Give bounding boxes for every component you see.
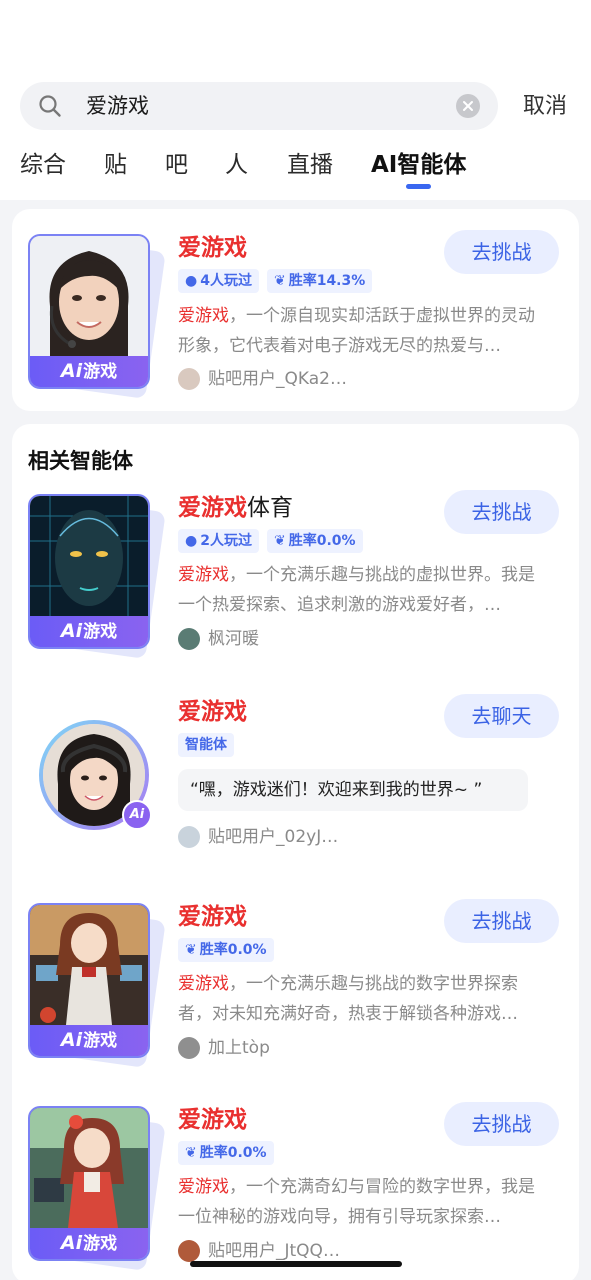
win-rate-badge: ❦ 胜率0.0% [178,1141,274,1165]
avatar [178,1037,200,1059]
laurel-icon: ❦ [273,533,286,549]
anime-girl-image [30,905,148,1025]
tab-forums[interactable]: 吧 [165,148,188,182]
agent-name[interactable]: 爱游戏 [178,233,247,263]
agent-name[interactable]: 爱游戏体育 [178,493,293,523]
home-indicator[interactable] [190,1261,402,1267]
laurel-icon: ❦ [185,942,197,958]
tab-posts[interactable]: 贴 [104,148,127,182]
played-count-badge: ● 4人玩过 [178,269,259,293]
agent-thumbnail[interactable]: Ai游戏 [28,494,166,659]
agent-tags: ❦ 胜率0.0% [178,938,274,962]
ai-game-badge: Ai游戏 [30,1228,148,1259]
anime-girl-image [30,1108,148,1228]
agent-tags: 智能体 [178,733,234,757]
win-rate-badge: ❦ 胜率0.0% [178,938,274,962]
agent-description: 爱游戏，一个充满乐趣与挑战的虚拟世界。我是一个热爱探索、追求刺激的游戏爱好者，… [178,565,535,615]
author[interactable]: 贴吧用户_JtQQ… [178,1239,340,1263]
agent-tags: ❦ 胜率0.0% [178,1141,274,1165]
ai-badge-icon: Ai [122,800,152,830]
played-count-badge: ● 2人玩过 [178,529,259,553]
author[interactable]: 加上tòp [178,1036,270,1060]
author[interactable]: 贴吧用户_02yJ… [178,825,338,849]
challenge-button[interactable]: 去挑战 [444,230,559,274]
tab-ai-agents[interactable]: AI智能体 [371,148,466,182]
search-query: 爱游戏 [86,94,149,118]
agent-tags: ● 2人玩过 ❦ 胜率0.0% [178,529,363,553]
agent-name[interactable]: 爱游戏 [178,902,247,932]
challenge-button[interactable]: 去挑战 [444,1102,559,1146]
agent-avatar[interactable]: Ai [39,720,152,830]
win-rate-badge: ❦ 胜率0.0% [266,529,363,553]
win-rate-badge: ❦ 胜率14.3% [266,269,373,293]
cancel-button[interactable]: 取消 [523,92,567,122]
agent-description: 爱游戏，一个充满乐趣与挑战的数字世界探索者，对未知充满好奇，热衷于解锁各种游戏… [178,974,518,1024]
ai-game-badge: Ai游戏 [30,356,148,387]
avatar [178,1240,200,1262]
agent-thumbnail[interactable]: Ai游戏 [28,903,166,1068]
agent-greeting: “嘿，游戏迷们！欢迎来到我的世界~ ” [178,769,528,811]
robot-icon: ● [185,533,198,549]
tab-people[interactable]: 人 [225,148,248,182]
agent-name[interactable]: 爱游戏 [178,1105,247,1135]
cyborg-image [30,496,148,616]
agent-name[interactable]: 爱游戏 [178,697,247,727]
avatar [178,826,200,848]
ai-game-badge: Ai游戏 [30,1025,148,1056]
laurel-icon: ❦ [273,273,286,289]
avatar [178,628,200,650]
clear-icon[interactable] [456,94,480,118]
tab-bar: 综合 贴 吧 人 直播 AI智能体 [0,148,591,196]
active-tab-indicator [406,184,431,189]
author[interactable]: 贴吧用户_QKa2… [178,367,347,391]
agent-tags: ● 4人玩过 ❦ 胜率14.3% [178,269,373,293]
robot-icon: ● [185,273,198,289]
tab-live[interactable]: 直播 [287,148,333,182]
ai-game-badge: Ai游戏 [30,616,148,647]
agent-description: 爱游戏，一个充满奇幻与冒险的数字世界，我是一位神秘的游戏向导，拥有引导玩家探索… [178,1177,535,1227]
related-section-title: 相关智能体 [28,449,133,473]
agent-description: 爱游戏，一个源自现实却活跃于虚拟世界的灵动形象，它代表着对电子游戏无尽的热爱与… [178,306,535,356]
search-icon [39,95,61,117]
tab-all[interactable]: 综合 [20,148,66,182]
avatar [178,368,200,390]
search-input[interactable]: 爱游戏 [20,82,498,130]
portrait-image [30,236,148,356]
laurel-icon: ❦ [185,1145,197,1161]
challenge-button[interactable]: 去挑战 [444,490,559,534]
author[interactable]: 枫河暖 [178,627,259,651]
challenge-button[interactable]: 去挑战 [444,899,559,943]
agent-thumbnail[interactable]: Ai游戏 [28,1106,166,1271]
agent-type-badge: 智能体 [178,733,234,757]
agent-thumbnail[interactable]: Ai游戏 [28,234,166,399]
chat-button[interactable]: 去聊天 [444,694,559,738]
